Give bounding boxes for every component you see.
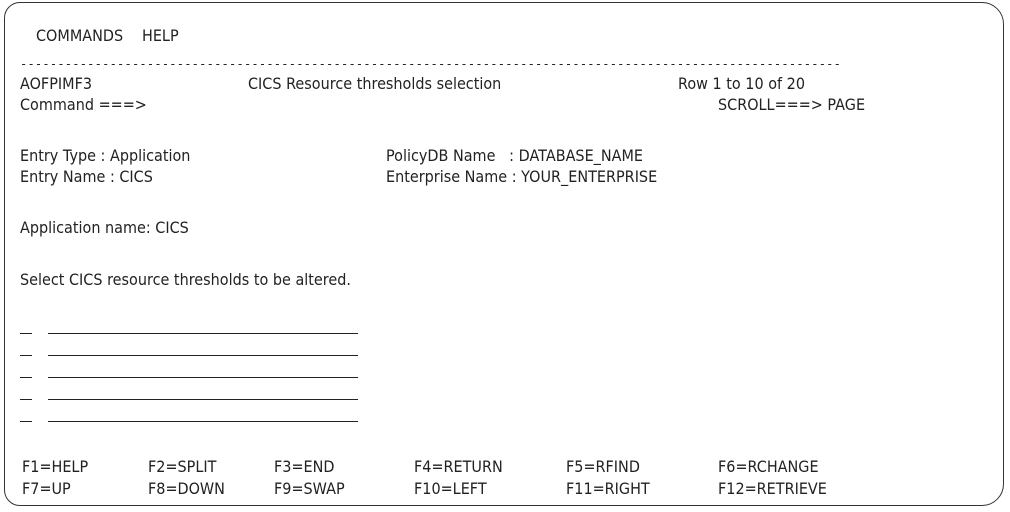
selection-field[interactable] — [20, 421, 32, 422]
pf-key-f4[interactable]: F4=RETURN — [414, 457, 503, 477]
selection-field[interactable] — [20, 355, 32, 356]
threshold-name-field[interactable] — [48, 355, 358, 356]
panel-title: CICS Resource thresholds selection — [248, 74, 502, 93]
pf-key-f7[interactable]: F7=UP — [22, 479, 71, 499]
command-label: Command ===> — [20, 95, 147, 114]
pf-key-f9[interactable]: F9=SWAP — [274, 479, 345, 499]
terminal-window — [4, 2, 1004, 506]
entry-name: Entry Name : CICS — [20, 167, 153, 186]
pf-key-f3[interactable]: F3=END — [274, 457, 334, 477]
pf-key-f11[interactable]: F11=RIGHT — [566, 479, 650, 499]
command-input[interactable] — [130, 95, 690, 115]
instruction-text: Select CICS resource thresholds to be al… — [20, 270, 351, 289]
threshold-name-field[interactable] — [48, 377, 358, 378]
pf-key-f2[interactable]: F2=SPLIT — [148, 457, 216, 477]
threshold-name-field[interactable] — [48, 333, 358, 334]
enterprise-name: Enterprise Name : YOUR_ENTERPRISE — [386, 167, 658, 186]
entry-type: Entry Type : Application — [20, 146, 191, 165]
threshold-name-field[interactable] — [48, 421, 358, 422]
threshold-row — [20, 316, 400, 338]
scroll-field[interactable]: SCROLL===> PAGE — [718, 95, 865, 115]
selection-field[interactable] — [20, 377, 32, 378]
menu-help[interactable]: HELP — [142, 26, 179, 46]
selection-field[interactable] — [20, 333, 32, 334]
pf-key-f5[interactable]: F5=RFIND — [566, 457, 640, 477]
threshold-row — [20, 404, 400, 426]
policydb-name: PolicyDB Name : DATABASE_NAME — [386, 146, 644, 165]
application-name: Application name: CICS — [20, 218, 189, 237]
threshold-row — [20, 338, 400, 360]
pf-key-f6[interactable]: F6=RCHANGE — [718, 457, 819, 477]
threshold-name-field[interactable] — [48, 399, 358, 400]
pf-key-f10[interactable]: F10=LEFT — [414, 479, 487, 499]
separator-line: ----------------------------------------… — [20, 58, 842, 70]
panel-id: AOFPIMF3 — [20, 74, 93, 93]
threshold-row — [20, 360, 400, 382]
threshold-row — [20, 382, 400, 404]
row-info: Row 1 to 10 of 20 — [678, 74, 805, 93]
selection-field[interactable] — [20, 399, 32, 400]
pf-key-f1[interactable]: F1=HELP — [22, 457, 88, 477]
pf-key-f12[interactable]: F12=RETRIEVE — [718, 479, 827, 499]
menu-commands[interactable]: COMMANDS — [36, 26, 123, 46]
pf-key-f8[interactable]: F8=DOWN — [148, 479, 225, 499]
